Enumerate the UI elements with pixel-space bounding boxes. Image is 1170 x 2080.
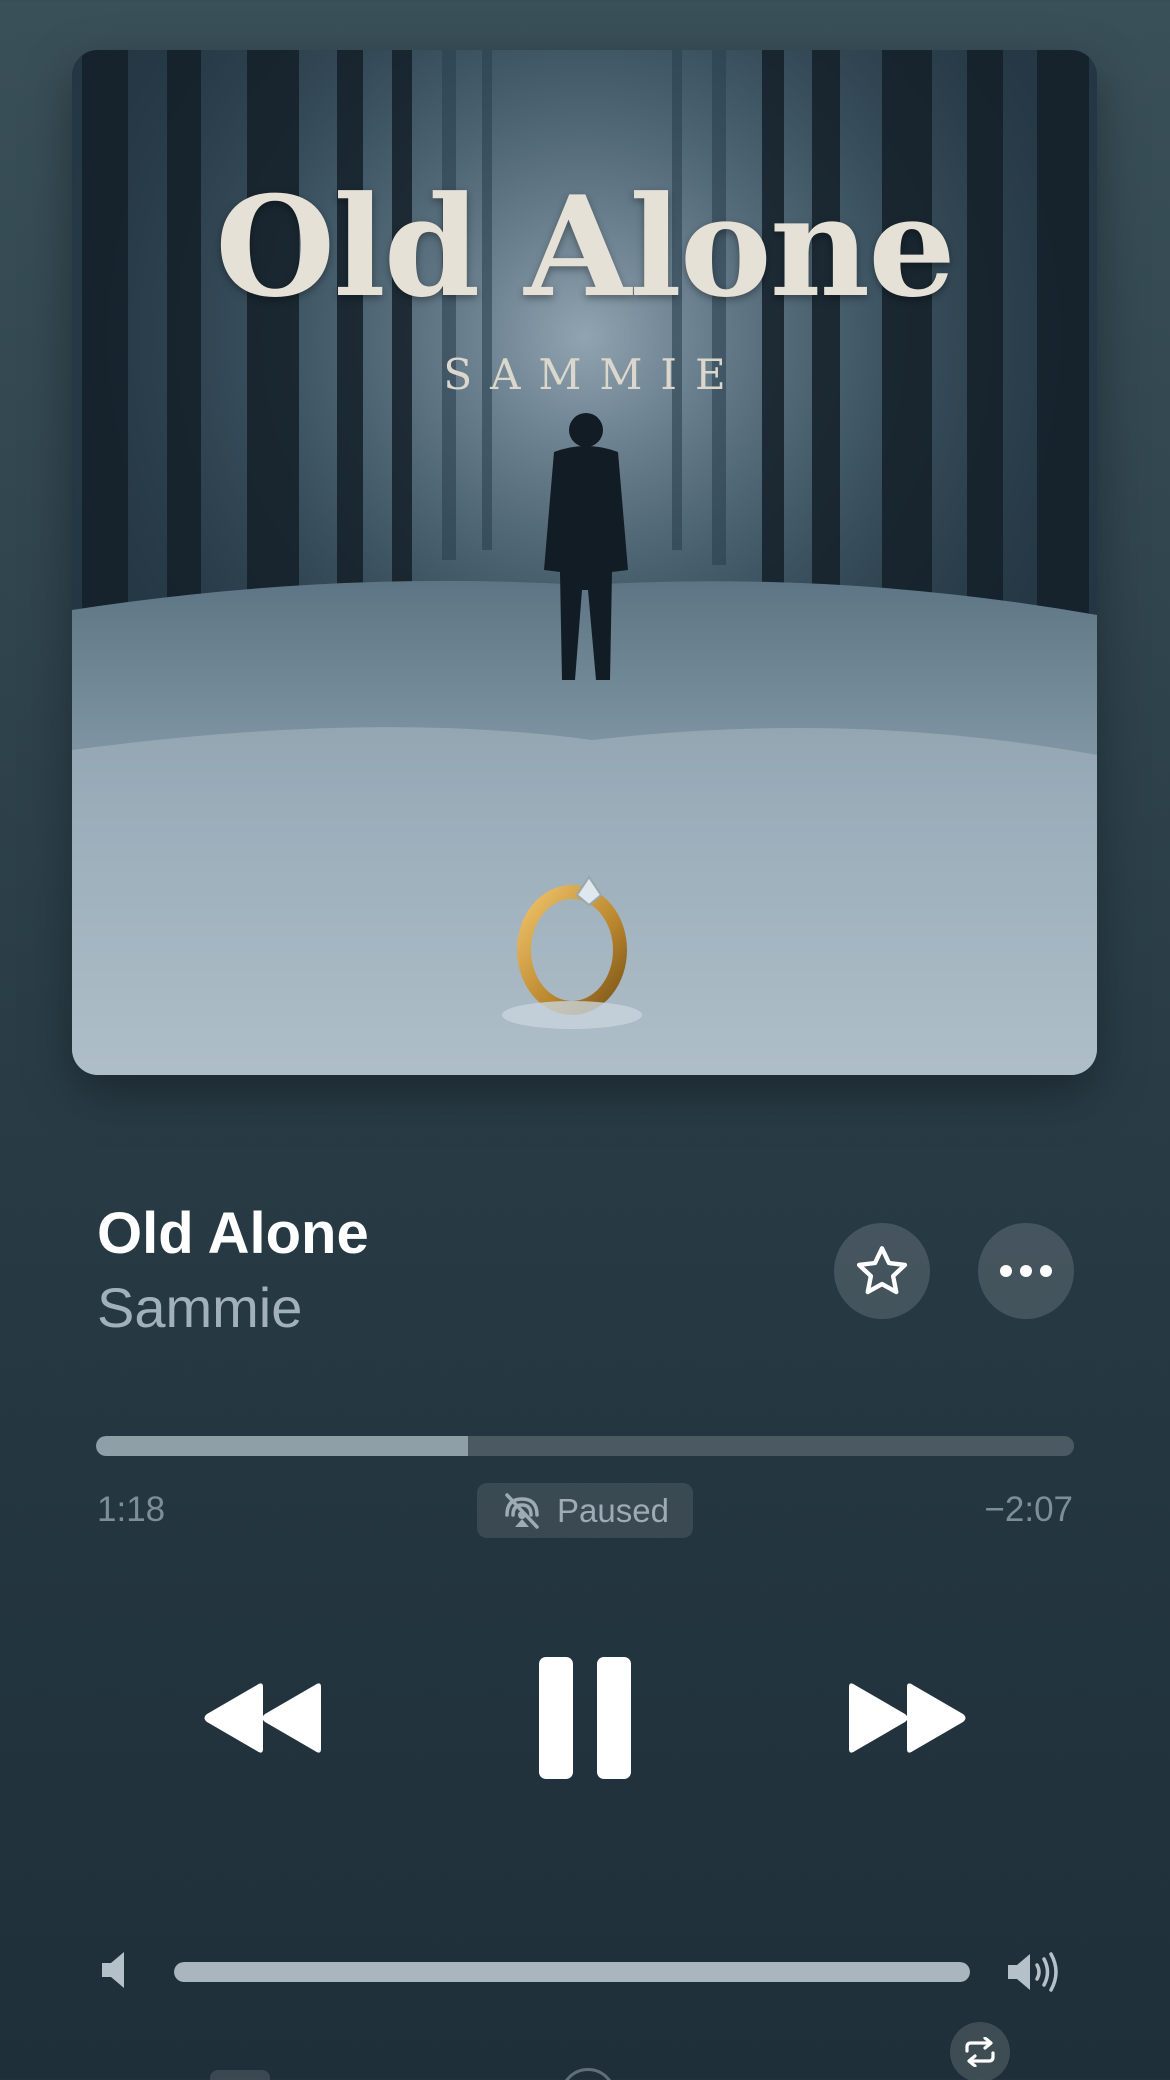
- artwork-artist-text: SAMMIE: [443, 350, 744, 399]
- repeat-icon: [965, 2037, 995, 2067]
- elapsed-time: 1:18: [97, 1490, 166, 1529]
- lyrics-button[interactable]: [210, 2070, 270, 2080]
- track-artist[interactable]: Sammie: [97, 1275, 302, 1340]
- playback-status-label: Paused: [557, 1491, 669, 1529]
- volume-slider-fill: [174, 1962, 970, 1982]
- playback-status-badge: Paused: [477, 1483, 693, 1538]
- playback-progress-bar[interactable]: [96, 1436, 1074, 1456]
- artwork-title-text: Old Alone: [215, 165, 956, 328]
- speaker-high-icon: [1008, 1952, 1058, 1992]
- album-artwork: Old Alone SAMMIE: [72, 50, 1097, 1075]
- airplay-button[interactable]: [560, 2068, 616, 2080]
- rewind-icon: [204, 1683, 321, 1753]
- rewind-button[interactable]: [196, 1668, 330, 1768]
- pause-icon: [539, 1656, 631, 1779]
- more-options-button[interactable]: [978, 1223, 1074, 1319]
- airplay-off-icon: [505, 1492, 539, 1529]
- repeat-button[interactable]: [950, 2022, 1010, 2080]
- star-icon: [856, 1246, 908, 1295]
- favorite-button[interactable]: [834, 1223, 930, 1319]
- remaining-time: −2:07: [984, 1490, 1073, 1529]
- fast-forward-icon: [849, 1683, 966, 1753]
- track-title: Old Alone: [97, 1201, 369, 1266]
- volume-slider[interactable]: [174, 1962, 970, 1982]
- pause-button[interactable]: [530, 1650, 640, 1785]
- speaker-low-icon: [102, 1952, 124, 1988]
- ellipsis-icon: [1000, 1265, 1052, 1277]
- playback-progress-fill: [96, 1436, 468, 1456]
- fast-forward-button[interactable]: [840, 1668, 974, 1768]
